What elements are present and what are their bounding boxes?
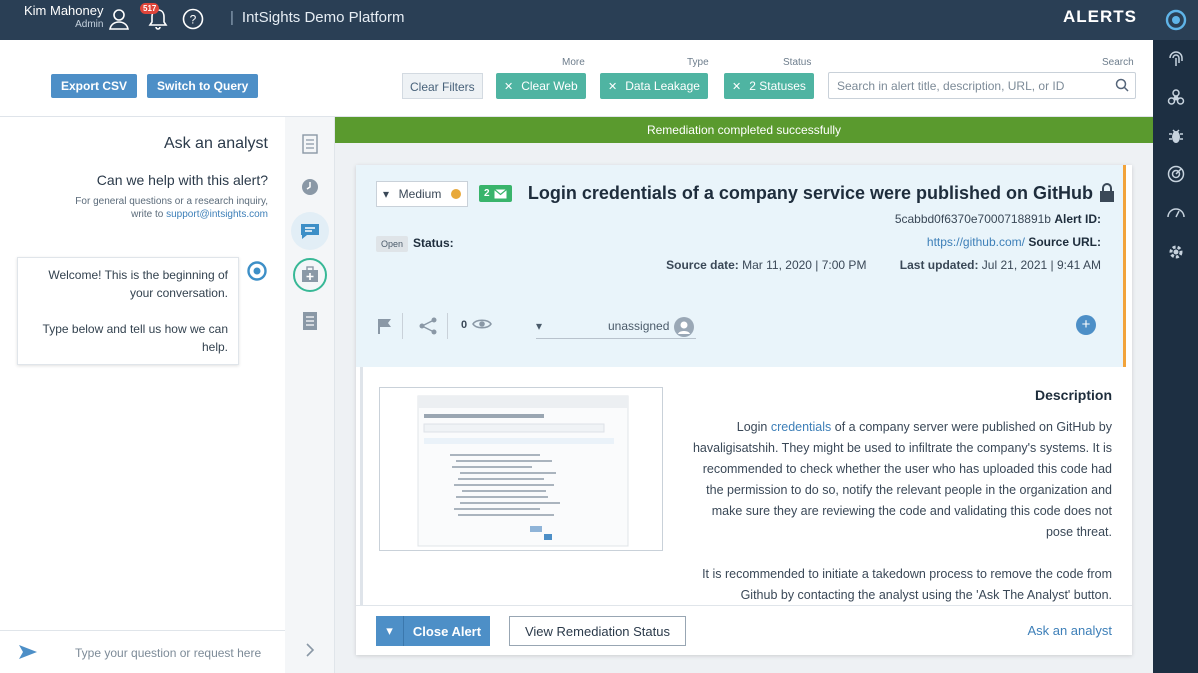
add-button[interactable]: + <box>1076 315 1096 335</box>
unassigned-avatar-icon <box>674 317 694 340</box>
alert-actions: 0 ▾ unassigned + <box>376 313 1116 341</box>
platform-title: | IntSights Demo Platform <box>230 9 405 26</box>
filter-chip-statuses[interactable]: ✕ 2 Statuses <box>724 73 814 99</box>
severity-dropdown[interactable]: ▾ Medium <box>376 181 468 207</box>
remove-chip-icon[interactable]: ✕ <box>504 80 513 93</box>
filter-chip-clear-web[interactable]: ✕ Clear Web <box>496 73 586 99</box>
success-banner: Remediation completed successfully <box>335 117 1153 143</box>
send-icon[interactable] <box>18 644 38 663</box>
switch-to-query-button[interactable]: Switch to Query <box>147 74 259 98</box>
source-url: https://github.com/ Source URL: <box>926 235 1101 249</box>
export-csv-button[interactable]: Export CSV <box>51 74 138 98</box>
notification-badge: 517 <box>140 3 160 14</box>
panel-switcher <box>285 117 335 673</box>
eye-icon <box>472 317 492 336</box>
source-url-link[interactable]: https://github.com/ <box>927 235 1025 249</box>
help-question: Can we help with this alert? <box>96 172 268 188</box>
chat-title: Ask an analyst <box>163 135 268 152</box>
search-icon <box>1115 78 1129 95</box>
remove-chip-icon[interactable]: ✕ <box>732 80 741 93</box>
clear-filters-button[interactable]: Clear Filters <box>402 73 483 99</box>
bug-icon[interactable] <box>1164 124 1188 148</box>
chevron-down-icon[interactable]: ▾ <box>376 616 404 646</box>
fingerprint-icon[interactable] <box>1164 48 1188 72</box>
credentials-link[interactable]: credentials <box>771 420 831 434</box>
user-name: Kim Mahoney <box>24 3 104 18</box>
radar-icon[interactable] <box>1164 162 1188 186</box>
document-icon[interactable] <box>297 308 323 334</box>
alert-card: Login credentials of a company service w… <box>356 165 1132 655</box>
alert-dates: Source date: Mar 11, 2020 | 7:00 PM Last… <box>666 258 1101 272</box>
gauge-icon[interactable] <box>1164 200 1188 224</box>
filter-bar: Export CSV Switch to Query Clear Filters… <box>0 40 1153 117</box>
chat-panel: Ask an analyst Can we help with this ale… <box>0 117 285 673</box>
help-text: For general questions or a research inqu… <box>75 196 268 220</box>
assignee-dropdown[interactable]: ▾ unassigned <box>536 315 696 339</box>
ask-analyst-link[interactable]: Ask an analyst <box>1027 623 1112 638</box>
user-info[interactable]: Kim Mahoney Admin <box>24 4 103 32</box>
status-badge: Open <box>376 236 409 252</box>
settings-icon[interactable] <box>1164 240 1188 264</box>
filter-chip-data-leakage[interactable]: ✕ Data Leakage <box>600 73 708 99</box>
alert-id: 5cabbd0f6370e7000718891b Alert ID: <box>894 212 1101 226</box>
chat-bubble-icon[interactable] <box>291 212 329 250</box>
biohazard-icon[interactable] <box>1164 86 1188 110</box>
help-icon[interactable]: ? <box>178 4 208 34</box>
description-text: Login credentials of a company server we… <box>692 420 1112 602</box>
chevron-down-icon: ▾ <box>383 187 390 201</box>
search-label: Search <box>1102 57 1134 68</box>
collapse-chevron-icon[interactable] <box>297 637 323 663</box>
status-label: Status: <box>413 236 454 250</box>
right-nav-rail <box>1153 0 1198 673</box>
close-alert-button[interactable]: ▾ Close Alert <box>376 616 490 646</box>
lock-icon <box>1099 183 1115 208</box>
description-section: Description Login credentials of a compa… <box>360 367 1132 605</box>
alert-title: Login credentials of a company service w… <box>527 183 1093 203</box>
user-icon[interactable] <box>104 4 134 34</box>
type-filter-label: Type <box>687 57 709 68</box>
alert-header: Login credentials of a company service w… <box>356 165 1126 367</box>
more-filter-label: More <box>562 57 585 68</box>
mail-icon <box>493 188 507 198</box>
view-count: 0 <box>461 319 468 331</box>
remove-chip-icon[interactable]: ✕ <box>608 80 617 93</box>
support-email-link[interactable]: support@intsights.com <box>166 209 268 220</box>
remediation-kit-icon[interactable] <box>293 258 327 292</box>
notes-icon[interactable] <box>297 131 323 157</box>
intsights-logo-icon[interactable] <box>1153 0 1198 40</box>
description-title: Description <box>1034 387 1112 403</box>
page-title: ALERTS <box>1063 7 1137 26</box>
history-icon[interactable] <box>297 174 323 200</box>
mail-badge[interactable]: 2 <box>479 185 512 202</box>
search-input[interactable]: Search in alert title, description, URL,… <box>828 72 1136 99</box>
view-remediation-button[interactable]: View Remediation Status <box>509 616 686 646</box>
chevron-down-icon: ▾ <box>536 319 543 333</box>
flag-icon[interactable] <box>376 317 394 340</box>
share-icon[interactable] <box>418 316 438 341</box>
evidence-screenshot[interactable] <box>379 387 663 551</box>
svg-text:?: ? <box>190 13 197 27</box>
chat-input[interactable]: Type your question or request here <box>0 630 285 673</box>
top-bar: Kim Mahoney Admin 517 ? | IntSights Demo … <box>0 0 1153 40</box>
user-role: Admin <box>75 19 104 30</box>
severity-dot <box>451 189 461 199</box>
alert-footer: ▾ Close Alert View Remediation Status As… <box>356 605 1132 655</box>
welcome-message: Welcome! This is the beginning of your c… <box>17 257 239 365</box>
bot-avatar-icon <box>246 260 268 287</box>
status-filter-label: Status <box>783 57 812 68</box>
